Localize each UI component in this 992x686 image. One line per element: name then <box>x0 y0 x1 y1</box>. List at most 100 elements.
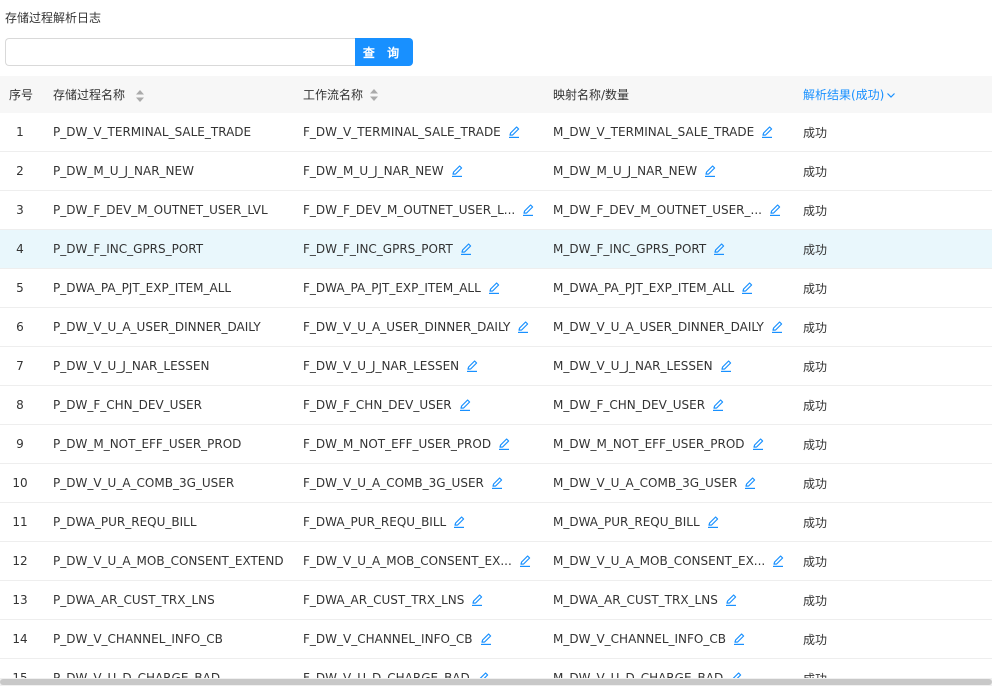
mapping-cell: M_DW_M_NOT_EFF_USER_PROD <box>553 437 803 451</box>
data-table: 序号 存储过程名称 工作流名称 映射名称/数量 解析结果(成功) 1 P_DW_… <box>0 76 992 678</box>
mapping-name: M_DW_V_U_A_MOB_CONSENT_EX... <box>553 554 766 568</box>
pencil-icon[interactable] <box>518 554 532 568</box>
workflow-name: F_DW_F_INC_GPRS_PORT <box>303 242 453 256</box>
workflow-name: F_DW_F_CHN_DEV_USER <box>303 398 452 412</box>
mapping-name: M_DW_V_CHANNEL_INFO_CB <box>553 632 726 646</box>
row-index: 14 <box>12 632 28 646</box>
pencil-icon[interactable] <box>760 125 774 139</box>
result-status: 成功 <box>803 320 828 335</box>
table-row[interactable]: 5 P_DWA_PA_PJT_EXP_ITEM_ALL F_DWA_PA_PJT_E… <box>0 269 992 308</box>
header-workflow[interactable]: 工作流名称 <box>303 86 553 103</box>
result-status: 成功 <box>803 437 828 452</box>
pencil-icon[interactable] <box>703 164 717 178</box>
result-status: 成功 <box>803 398 828 413</box>
mapping-cell: M_DW_V_TERMINAL_SALE_TRADE <box>553 125 803 139</box>
table-row[interactable]: 6 P_DW_V_U_A_USER_DINNER_DAILY F_DW_V_U_A_… <box>0 308 992 347</box>
row-index: 10 <box>12 476 28 490</box>
search-input[interactable] <box>5 38 355 66</box>
pencil-icon[interactable] <box>719 359 733 373</box>
table-row[interactable]: 4 P_DW_F_INC_GPRS_PORT F_DW_F_INC_GPRS_POR… <box>0 230 992 269</box>
pencil-icon[interactable] <box>711 398 725 412</box>
search-bar: 查 询 <box>5 38 413 66</box>
workflow-name: F_DWA_PA_PJT_EXP_ITEM_ALL <box>303 281 481 295</box>
workflow-cell: F_DW_V_CHANNEL_INFO_CB <box>303 632 553 646</box>
pencil-icon[interactable] <box>490 476 504 490</box>
chevron-down-icon[interactable] <box>886 90 896 100</box>
result-status: 成功 <box>803 359 828 374</box>
table-row[interactable]: 2 P_DW_M_U_J_NAR_NEW F_DW_M_U_J_NAR_NEW M_D… <box>0 152 992 191</box>
row-index: 2 <box>16 164 24 178</box>
mapping-name: M_DW_F_CHN_DEV_USER <box>553 398 706 412</box>
mapping-cell: M_DW_V_U_D_CHARGE_BAD <box>553 671 803 678</box>
table-row[interactable]: 12 P_DW_V_U_A_MOB_CONSENT_EXTEND F_DW_V_U_… <box>0 542 992 581</box>
procedure-name: P_DW_F_CHN_DEV_USER <box>53 398 202 412</box>
pencil-icon[interactable] <box>476 671 490 678</box>
header-procedure[interactable]: 存储过程名称 <box>53 86 303 103</box>
pencil-icon[interactable] <box>724 593 738 607</box>
pencil-icon[interactable] <box>521 203 535 217</box>
table-row[interactable]: 15 P_DW_V_U_D_CHARGE_BAD F_DW_V_U_D_CHARGE… <box>0 659 992 678</box>
pencil-icon[interactable] <box>770 320 784 334</box>
table-row[interactable]: 3 P_DW_F_DEV_M_OUTNET_USER_LVL F_DW_F_DEV_… <box>0 191 992 230</box>
pencil-icon[interactable] <box>740 281 754 295</box>
mapping-cell: M_DW_F_CHN_DEV_USER <box>553 398 803 412</box>
table-row[interactable]: 8 P_DW_F_CHN_DEV_USER F_DW_F_CHN_DEV_USER M… <box>0 386 992 425</box>
mapping-cell: M_DW_V_U_A_MOB_CONSENT_EX... <box>553 554 803 568</box>
pencil-icon[interactable] <box>743 476 757 490</box>
pencil-icon[interactable] <box>706 515 720 529</box>
table-row[interactable]: 14 P_DW_V_CHANNEL_INFO_CB F_DW_V_CHANNEL_I… <box>0 620 992 659</box>
row-index: 3 <box>16 203 24 217</box>
table-row[interactable]: 1 P_DW_V_TERMINAL_SALE_TRADE F_DW_V_TERMIN… <box>0 113 992 152</box>
row-index: 7 <box>16 359 24 373</box>
scrollbar-thumb[interactable] <box>0 679 992 685</box>
table-row[interactable]: 11 P_DWA_PUR_REQU_BILL F_DWA_PUR_REQU_BILL… <box>0 503 992 542</box>
row-index: 4 <box>16 242 24 256</box>
pencil-icon[interactable] <box>751 437 765 451</box>
pencil-icon[interactable] <box>452 515 466 529</box>
procedure-name: P_DW_F_INC_GPRS_PORT <box>53 242 204 256</box>
result-status: 成功 <box>803 164 828 179</box>
result-status: 成功 <box>803 593 828 608</box>
sort-icon[interactable] <box>135 89 145 103</box>
horizontal-scrollbar[interactable] <box>0 678 992 686</box>
workflow-cell: F_DW_V_U_J_NAR_LESSEN <box>303 359 553 373</box>
mapping-cell: M_DWA_AR_CUST_TRX_LNS <box>553 593 803 607</box>
mapping-cell: M_DWA_PUR_REQU_BILL <box>553 515 803 529</box>
procedure-name: P_DW_M_U_J_NAR_NEW <box>53 164 194 178</box>
pencil-icon[interactable] <box>458 398 472 412</box>
pencil-icon[interactable] <box>465 359 479 373</box>
pencil-icon[interactable] <box>771 554 785 568</box>
pencil-icon[interactable] <box>507 125 521 139</box>
table-row[interactable]: 10 P_DW_V_U_A_COMB_3G_USER F_DW_V_U_A_COMB… <box>0 464 992 503</box>
workflow-name: F_DWA_PUR_REQU_BILL <box>303 515 447 529</box>
pencil-icon[interactable] <box>516 320 530 334</box>
page-title: 存储过程解析日志 <box>5 11 102 25</box>
table-row[interactable]: 9 P_DW_M_NOT_EFF_USER_PROD F_DW_M_NOT_EFF_… <box>0 425 992 464</box>
pencil-icon[interactable] <box>729 671 743 678</box>
table-row[interactable]: 13 P_DWA_AR_CUST_TRX_LNS F_DWA_AR_CUST_TRX… <box>0 581 992 620</box>
pencil-icon[interactable] <box>497 437 511 451</box>
workflow-name: F_DW_V_U_D_CHARGE_BAD <box>303 671 470 678</box>
pencil-icon[interactable] <box>470 593 484 607</box>
pencil-icon[interactable] <box>768 203 782 217</box>
mapping-name: M_DWA_PA_PJT_EXP_ITEM_ALL <box>553 281 735 295</box>
pencil-icon[interactable] <box>732 632 746 646</box>
table-row[interactable]: 7 P_DW_V_U_J_NAR_LESSEN F_DW_V_U_J_NAR_LES… <box>0 347 992 386</box>
result-filter[interactable]: 解析结果(成功) <box>803 86 896 103</box>
search-button[interactable]: 查 询 <box>355 38 413 66</box>
workflow-cell: F_DW_V_U_D_CHARGE_BAD <box>303 671 553 678</box>
row-index: 11 <box>12 515 28 529</box>
workflow-cell: F_DW_M_NOT_EFF_USER_PROD <box>303 437 553 451</box>
sort-icon[interactable] <box>369 88 379 102</box>
header-result[interactable]: 解析结果(成功) <box>803 86 992 103</box>
pencil-icon[interactable] <box>450 164 464 178</box>
pencil-icon[interactable] <box>487 281 501 295</box>
pencil-icon[interactable] <box>712 242 726 256</box>
header-mapping: 映射名称/数量 <box>553 88 630 102</box>
workflow-cell: F_DW_V_U_A_USER_DINNER_DAILY <box>303 320 553 334</box>
procedure-name: P_DW_V_U_A_USER_DINNER_DAILY <box>53 320 261 334</box>
procedure-name: P_DW_V_U_A_COMB_3G_USER <box>53 476 235 490</box>
row-index: 12 <box>12 554 28 568</box>
pencil-icon[interactable] <box>479 632 493 646</box>
pencil-icon[interactable] <box>459 242 473 256</box>
